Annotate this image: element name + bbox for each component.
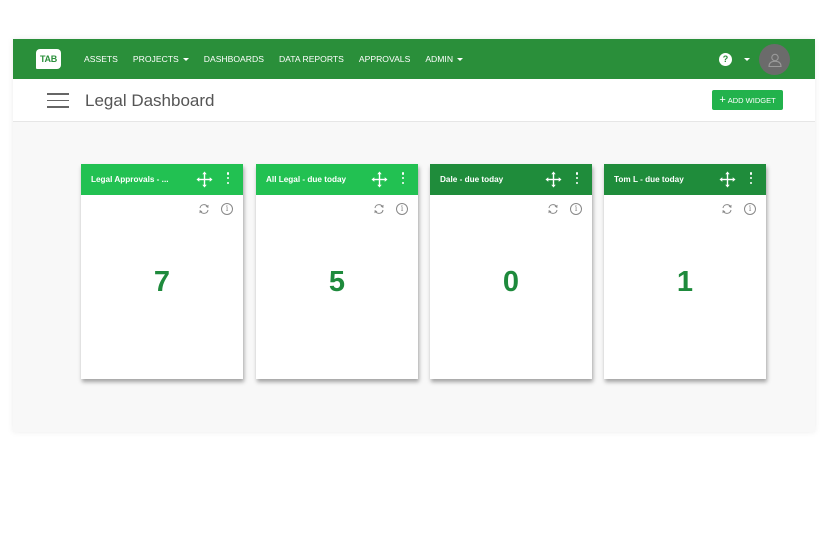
info-icon[interactable]: i [570, 203, 582, 215]
page-header: Legal Dashboard + ADD WIDGET [13, 79, 815, 122]
dashboard-widget: Tom L - due today i 1 [604, 164, 766, 379]
nav-item-projects[interactable]: PROJECTS [133, 54, 189, 64]
nav-item-label: PROJECTS [132, 54, 179, 64]
caret-down-icon [457, 57, 464, 61]
nav-item-label: APPROVALS [358, 54, 411, 64]
nav-item-label: DASHBOARDS [203, 54, 264, 64]
widget-title: Legal Approvals - ... [91, 175, 169, 184]
refresh-icon[interactable] [721, 203, 733, 215]
widget-header: All Legal - due today [256, 164, 418, 195]
kebab-menu-icon[interactable] [574, 172, 580, 187]
move-icon[interactable] [719, 171, 736, 188]
info-icon[interactable]: i [744, 203, 756, 215]
nav-item-label: ADMIN [425, 54, 454, 64]
dashboard-widget: All Legal - due today i 5 [256, 164, 418, 379]
widget-title: Tom L - due today [614, 175, 684, 184]
help-icon[interactable]: ? [719, 53, 732, 66]
nav-item-approvals[interactable]: APPROVALS [359, 54, 410, 64]
widget-tools: i [721, 203, 756, 215]
add-widget-label: ADD WIDGET [727, 95, 776, 105]
widget-value: 1 [676, 266, 694, 298]
add-widget-button[interactable]: + ADD WIDGET [712, 90, 783, 110]
move-icon[interactable] [371, 171, 388, 188]
refresh-icon[interactable] [198, 203, 210, 215]
nav-item-dashboards[interactable]: DASHBOARDS [204, 54, 264, 64]
widget-header: Dale - due today [430, 164, 592, 195]
refresh-icon[interactable] [547, 203, 559, 215]
kebab-menu-icon[interactable] [748, 172, 754, 187]
widget-value: 7 [153, 266, 171, 298]
nav-item-label: DATA REPORTS [278, 54, 344, 64]
dashboard-widget: Dale - due today i 0 [430, 164, 592, 379]
refresh-icon[interactable] [373, 203, 385, 215]
widget-title: Dale - due today [440, 175, 504, 184]
help-caret-down-icon[interactable] [744, 58, 750, 61]
kebab-menu-icon[interactable] [225, 172, 231, 187]
plus-icon: + [719, 94, 726, 106]
widget-value: 0 [502, 266, 520, 298]
widget-tools: i [373, 203, 408, 215]
widget-tools: i [198, 203, 233, 215]
widget-value: 5 [328, 266, 346, 298]
nav-item-assets[interactable]: ASSETS [84, 54, 118, 64]
widget-header: Legal Approvals - ... [81, 164, 243, 195]
caret-down-icon [182, 57, 189, 61]
widget-title: All Legal - due today [266, 175, 347, 184]
dashboard-widget: Legal Approvals - ... i 7 [81, 164, 243, 379]
user-icon [767, 53, 782, 67]
tab-logo[interactable]: TAB [36, 49, 61, 69]
widget-header: Tom L - due today [604, 164, 766, 195]
nav-item-data-reports[interactable]: DATA REPORTS [279, 54, 344, 64]
user-avatar-icon[interactable] [759, 44, 790, 75]
nav-item-admin[interactable]: ADMIN [425, 54, 464, 64]
hamburger-menu-icon[interactable] [47, 93, 69, 109]
page-title: Legal Dashboard [85, 91, 215, 110]
info-icon[interactable]: i [396, 203, 408, 215]
top-navbar: TAB ASSETS PROJECTS DASHBOARDS DATA REPO… [13, 39, 815, 79]
info-icon[interactable]: i [221, 203, 233, 215]
move-icon[interactable] [545, 171, 562, 188]
move-icon[interactable] [196, 171, 213, 188]
nav-item-label: ASSETS [84, 54, 118, 64]
kebab-menu-icon[interactable] [400, 172, 406, 187]
nav-menu: ASSETS PROJECTS DASHBOARDS DATA REPORTS … [84, 39, 478, 79]
app-window: TAB ASSETS PROJECTS DASHBOARDS DATA REPO… [13, 39, 815, 432]
widget-tools: i [547, 203, 582, 215]
